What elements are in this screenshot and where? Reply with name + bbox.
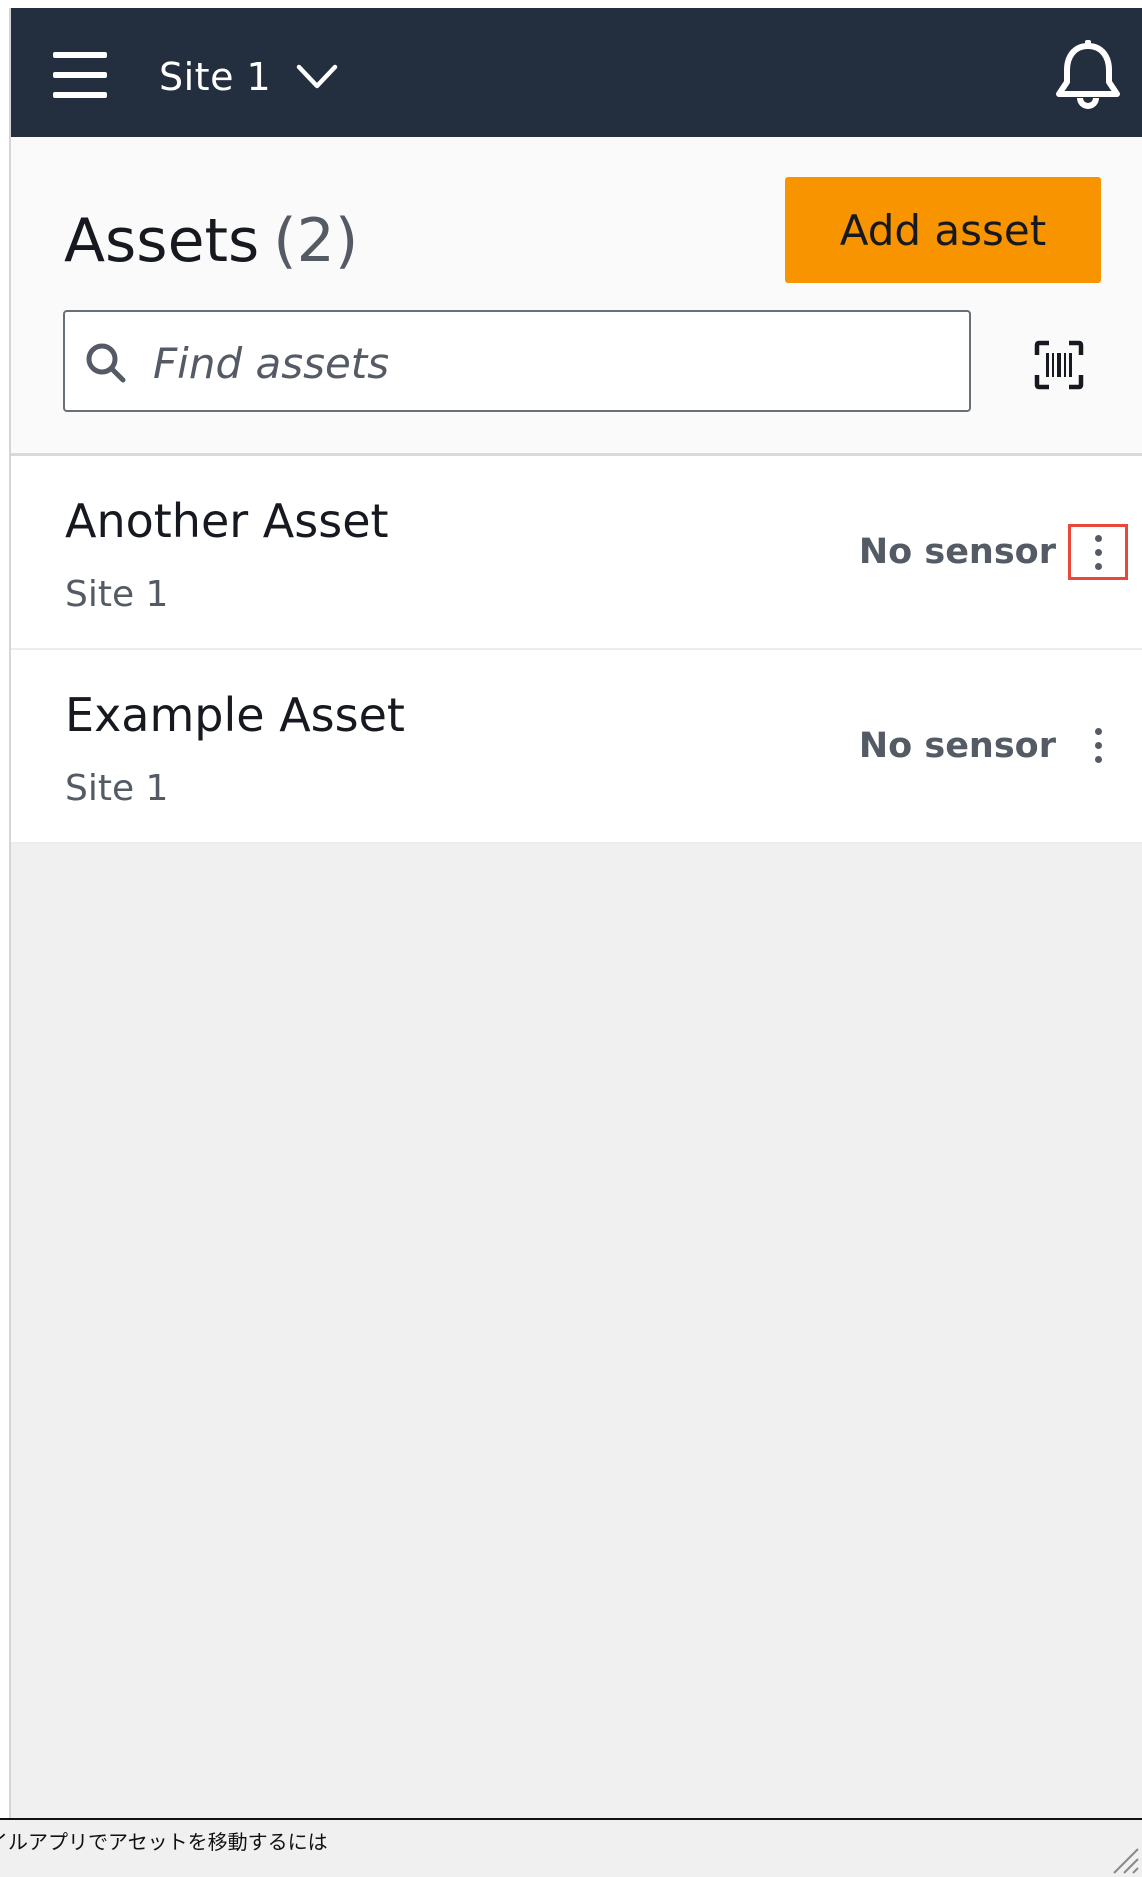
sensor-status: No sensor xyxy=(858,726,1056,766)
search-input[interactable] xyxy=(151,326,935,400)
asset-name: Another Asset xyxy=(65,494,389,548)
barcode-scan-icon[interactable] xyxy=(1033,339,1085,391)
page-title: Assets (2) xyxy=(64,206,358,276)
caption-bar: イルアプリでアセットを移動するには xyxy=(0,1818,1142,1877)
asset-count: (2) xyxy=(273,206,359,276)
asset-row[interactable]: Example Asset Site 1 No sensor xyxy=(11,650,1142,844)
app-frame: Site 1 Assets (2) Add asset Find assets … xyxy=(9,8,1142,1818)
search-icon xyxy=(86,343,126,383)
more-options-icon[interactable] xyxy=(1068,524,1128,580)
asset-name: Example Asset xyxy=(65,688,405,742)
chevron-down-icon xyxy=(296,64,338,89)
bell-icon[interactable] xyxy=(1052,38,1124,116)
site-selector-label: Site 1 xyxy=(159,55,272,99)
more-options-icon[interactable] xyxy=(1068,718,1128,774)
search-field[interactable] xyxy=(63,310,971,412)
sensor-status: No sensor xyxy=(858,532,1056,572)
site-selector-dropdown[interactable]: Site 1 xyxy=(159,52,339,102)
asset-site: Site 1 xyxy=(65,768,169,809)
add-asset-button[interactable]: Add asset xyxy=(785,177,1101,283)
caption-text: イルアプリでアセットを移動するには xyxy=(0,1832,328,1854)
asset-site: Site 1 xyxy=(65,574,169,615)
hamburger-menu-icon[interactable] xyxy=(51,50,109,100)
asset-row[interactable]: Another Asset Site 1 No sensor xyxy=(11,456,1142,650)
top-navigation-bar: Site 1 xyxy=(11,8,1142,137)
resize-grip-icon[interactable] xyxy=(1108,1843,1140,1875)
page-title-text: Assets xyxy=(64,206,260,276)
asset-list: Another Asset Site 1 No sensor Example A… xyxy=(11,456,1142,844)
